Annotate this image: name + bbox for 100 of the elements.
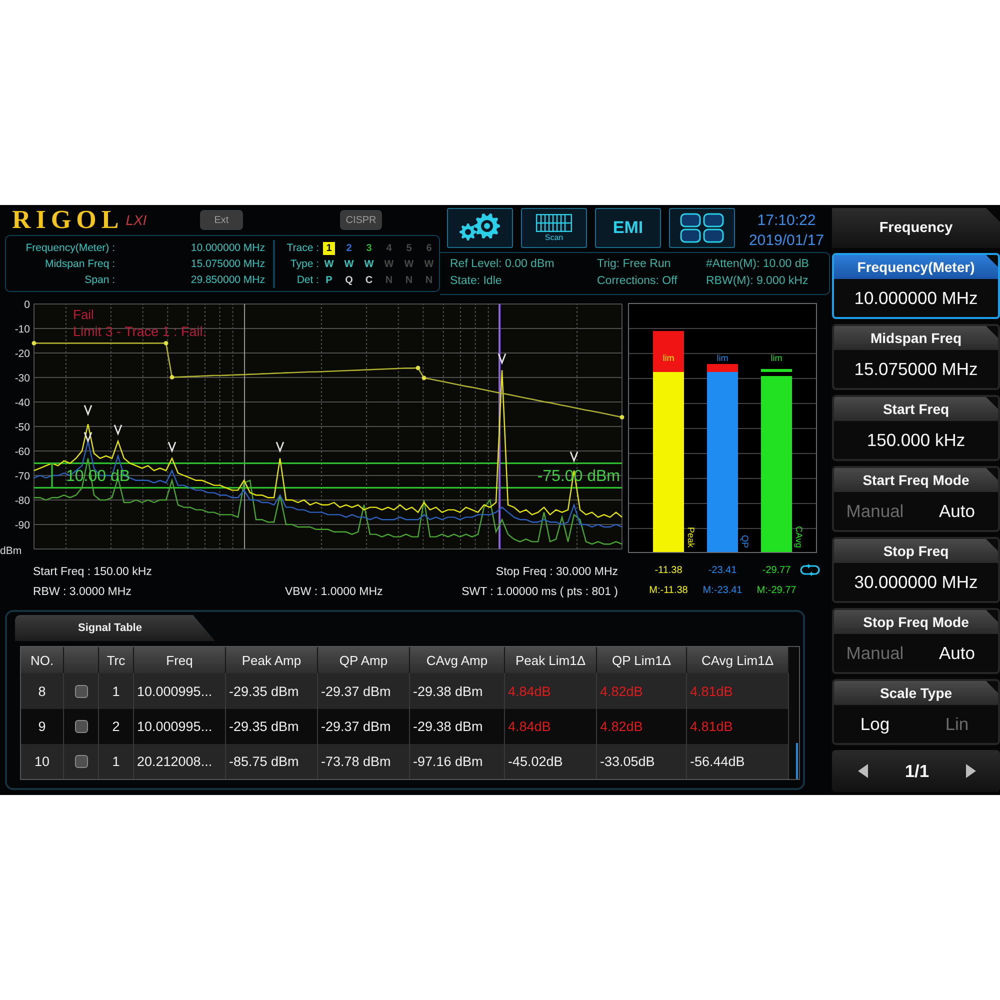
caret-left-icon[interactable] [858,764,868,778]
column-header: Freq [134,647,226,673]
video-bandwidth: VBW : 1.0000 MHz [285,586,383,598]
table-cell: -33.05dB [597,744,687,779]
column-header: Trc [99,647,134,673]
column-header: Peak Lim1Δ [505,647,597,673]
table-cell: -56.44dB [687,744,789,779]
scrollbar[interactable] [796,743,798,779]
readout-label: Midspan Freq : [44,258,115,270]
layout-button[interactable] [669,208,735,248]
column-header: CAvg Amp [410,647,505,673]
toggle-option[interactable]: Lin [945,714,969,734]
menu-item-label: Start Freq [834,397,998,421]
meter-label: QP [740,534,750,548]
menu-item-label: Scale Type [834,681,998,705]
trace-number[interactable]: 2 [343,242,355,254]
table-cell: 20.212008... [134,744,226,779]
column-header: QP Lim1Δ [597,647,687,673]
meter-max-reading: M:-29.77 [756,584,796,596]
menu-item[interactable]: Start Freq 150.000 kHz [832,395,1000,461]
axis-label: -40 [14,396,30,409]
table-row[interactable]: 10 1 20.212008... -85.75 dBm -73.78 dBm -97.16 dBm -45.02dB -33.05dB -56.44dB [21,744,789,779]
trace-row-label: Det : [296,274,319,286]
trace-number[interactable]: 3 [363,242,375,254]
trace-type: W [424,258,434,270]
menu-item[interactable]: Start Freq Mode Manual Auto [832,466,1000,532]
resolution-bandwidth: RBW : 3.0000 MHz [33,586,132,598]
checkbox[interactable] [74,755,88,768]
loop-icon[interactable] [798,564,822,576]
meter-reading: -29.77 [762,564,791,576]
marker-icon [84,405,92,416]
menu-item-value: 15.075000 MHz [854,358,978,380]
status-text: #Atten(M): 10.00 dB [706,257,809,272]
menu-item-value: 30.000000 MHz [854,572,978,592]
menu-item-label: Midspan Freq [834,326,998,350]
menu-item-label: Frequency(Meter) [834,255,998,279]
axis-label: -10 [14,323,30,336]
layout-icon [680,213,724,243]
limit-point [620,415,624,420]
stop-frequency: Stop Freq : 30.000 MHz [496,566,618,578]
toggle-option[interactable]: Log [860,714,890,734]
trace-detector: Q [345,274,353,286]
mode-button[interactable]: Ext [200,210,243,230]
menu-item[interactable]: Stop Freq Mode Manual Auto [832,608,1000,674]
status-text: RBW(M): 9.000 kHz [706,274,808,289]
caret-right-icon[interactable] [966,764,976,778]
table-cell: -45.02dB [505,744,597,779]
menu-title: Frequency [832,208,1000,248]
meter-label: CAvg [794,526,804,548]
limit-status: Limit 3 - Trace 1 : Fail. [73,324,207,339]
trace-detector: N [405,274,413,286]
readout-label: Frequency(Meter) : [26,242,115,254]
marker-icon [498,354,506,365]
page-indicator: 1/1 [904,760,930,782]
column-header: QP Amp [318,647,410,673]
trace-number[interactable]: 1 [323,242,335,254]
table-row[interactable]: 8 1 10.000995... -29.35 dBm -29.37 dBm -29.38 dBm 4.84dB 4.82dB 4.81dB [21,673,789,709]
clock-date: 2019/01/17 [748,231,824,251]
menu-item-value: 150.000 kHz [866,430,966,450]
table-cell: 1 [99,744,134,779]
trace-type: W [384,258,394,270]
sweep-time: SWT : 1.00000 ms ( pts : 801 ) [462,586,618,598]
toggle-option[interactable]: Auto [939,642,975,664]
table-cell: -85.75 dBm [226,744,318,779]
trace-detector: C [365,274,373,286]
checkbox[interactable] [74,720,88,733]
readout-value: 15.075000 MHz [190,258,265,270]
table-cell: -97.16 dBm [410,744,505,779]
limit-point [170,375,174,380]
meter-reading: -11.38 [654,564,682,576]
axis-label: -20 [14,348,30,360]
menu-item[interactable]: Frequency(Meter) 10.000000 MHz [832,253,1000,319]
menu-item[interactable]: Midspan Freq 15.075000 MHz [832,324,1000,390]
scan-button[interactable]: Scan [521,208,587,248]
toggle-option[interactable]: Auto [939,500,975,522]
limit-label: lim [716,352,728,363]
trace-type: W [324,258,334,270]
trace-detector: N [425,274,433,286]
meter-max-reading: M:-11.38 [649,584,688,596]
table-cell: -73.78 dBm [318,744,410,779]
axis-label: -60 [14,446,30,458]
mode-tool-button[interactable]: EMI [595,208,661,248]
checkbox[interactable] [74,684,88,698]
menu-item-value: 10.000000 MHz [854,288,978,308]
menu-item[interactable]: Scale Type Log Lin [832,679,1000,745]
limit-point [32,341,36,346]
toggle-option[interactable]: Manual [846,642,904,664]
trace-type: W [364,258,374,270]
mode-button[interactable]: CISPR [340,210,382,230]
trace-detector: N [385,274,393,286]
signal-table-tab[interactable]: Signal Table [15,615,215,641]
status-text: State: Idle [450,274,502,289]
column-header: CAvg Lim1Δ [687,647,789,673]
trace-detector: P [326,274,332,286]
delta-bracket-icon [49,462,55,489]
toggle-option[interactable]: Manual [846,500,904,522]
menu-item[interactable]: Stop Freq 30.000000 MHz [832,537,1000,603]
grid-icon [536,214,572,232]
settings-button[interactable] [447,208,513,248]
limit-point [422,376,426,380]
